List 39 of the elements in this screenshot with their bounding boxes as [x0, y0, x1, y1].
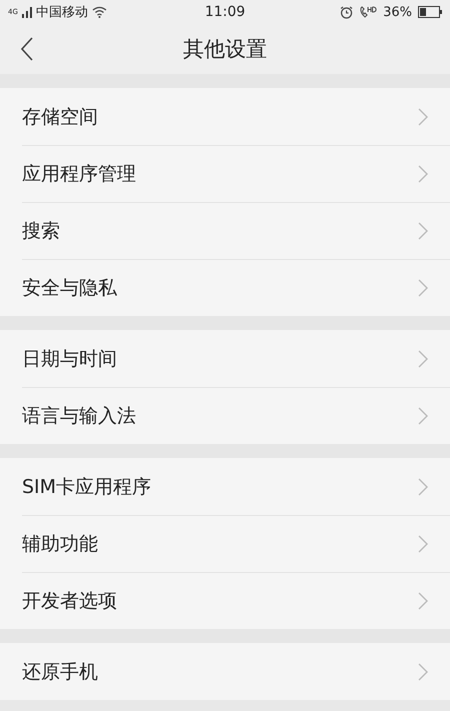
- battery-percent: 36%: [383, 4, 412, 20]
- clock-time: 11:09: [204, 4, 246, 20]
- item-label: SIM卡应用程序: [22, 474, 152, 500]
- hd-call-icon: [359, 6, 378, 18]
- chevron-right-icon: [418, 222, 428, 240]
- settings-item[interactable]: 搜索: [0, 202, 450, 259]
- item-label: 语言与输入法: [22, 404, 137, 428]
- settings-item[interactable]: 日期与时间: [0, 330, 450, 387]
- settings-item[interactable]: 应用程序管理: [0, 145, 450, 202]
- item-label: 辅助功能: [22, 532, 99, 556]
- chevron-right-icon: [418, 534, 428, 552]
- settings-item[interactable]: 存储空间: [0, 88, 450, 145]
- item-label: 安全与隐私: [22, 276, 118, 300]
- item-label: 应用程序管理: [22, 162, 137, 186]
- settings-item[interactable]: SIM卡应用程序: [0, 458, 450, 515]
- chevron-right-icon: [418, 164, 428, 182]
- settings-item[interactable]: 开发者选项: [0, 572, 450, 629]
- item-label: 开发者选项: [22, 588, 118, 614]
- wifi-icon: [92, 6, 107, 18]
- chevron-right-icon: [418, 350, 428, 368]
- battery-icon: [418, 6, 442, 18]
- chevron-right-icon: [418, 278, 428, 296]
- settings-item[interactable]: 语言与输入法: [0, 387, 450, 444]
- chevron-right-icon: [418, 478, 428, 496]
- item-label: 搜索: [22, 218, 61, 244]
- item-label: 存储空间: [22, 104, 99, 130]
- carrier-name: 中国移动: [36, 4, 88, 21]
- page-title: 其他设置: [183, 37, 267, 61]
- chevron-right-icon: [418, 592, 428, 610]
- alarm-icon: [340, 6, 354, 18]
- settings-item[interactable]: 安全与隐私: [0, 259, 450, 316]
- item-label: 日期与时间: [22, 346, 118, 372]
- settings-item[interactable]: 辅助功能: [0, 515, 450, 572]
- chevron-right-icon: [418, 108, 428, 126]
- chevron-right-icon: [418, 406, 428, 424]
- item-label: 还原手机: [22, 660, 99, 684]
- settings-item[interactable]: 还原手机: [0, 643, 450, 700]
- chevron-right-icon: [418, 662, 428, 680]
- signal-icon: [22, 6, 32, 18]
